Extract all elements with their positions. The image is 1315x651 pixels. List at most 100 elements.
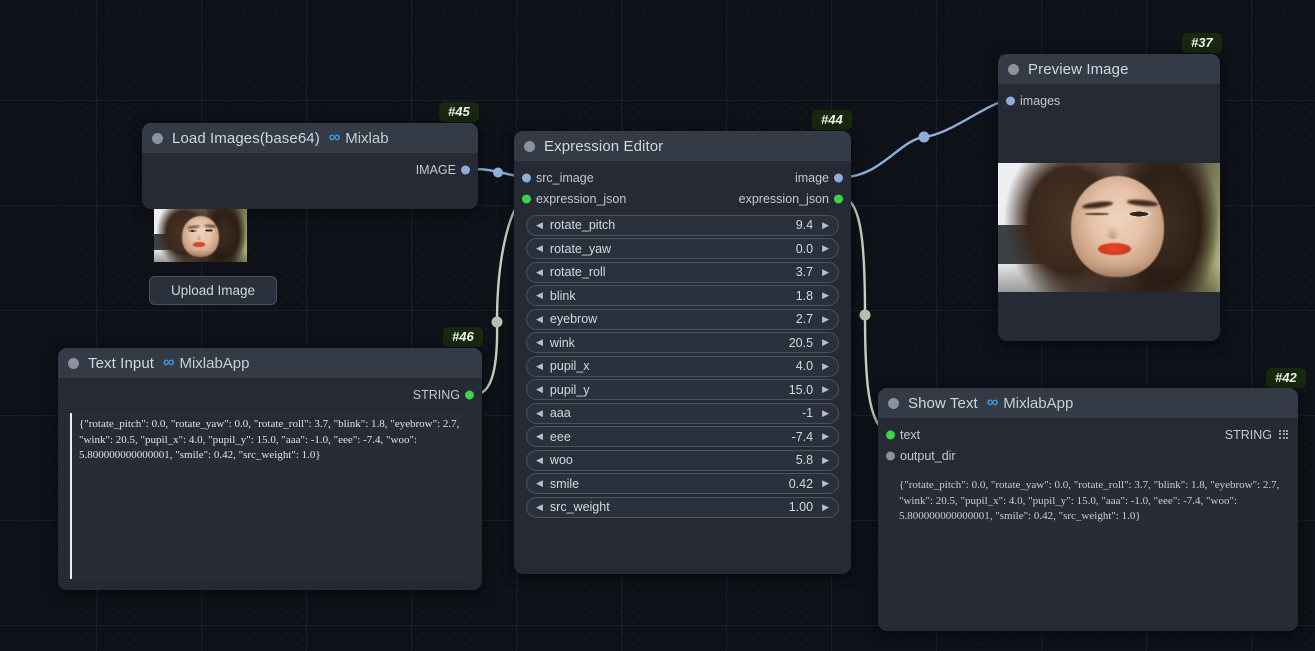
node-header-load-images[interactable]: Load Images(base64) ∞ Mixlab bbox=[142, 123, 478, 153]
increment-arrow-icon[interactable]: ▶ bbox=[822, 314, 829, 324]
increment-arrow-icon[interactable]: ▶ bbox=[822, 479, 829, 488]
decrement-arrow-icon[interactable]: ◀ bbox=[536, 479, 543, 488]
collapse-dot-icon[interactable] bbox=[1008, 63, 1019, 75]
increment-arrow-icon[interactable]: ▶ bbox=[822, 502, 829, 512]
decrement-arrow-icon[interactable]: ◀ bbox=[536, 267, 543, 277]
increment-arrow-icon[interactable]: ▶ bbox=[822, 432, 829, 441]
input-port-dot-icon[interactable] bbox=[522, 194, 531, 203]
decrement-arrow-icon[interactable]: ◀ bbox=[536, 502, 543, 512]
decrement-arrow-icon[interactable]: ◀ bbox=[536, 314, 543, 324]
widget-rotate-yaw[interactable]: ◀ rotate_yaw 0.0 ▶ bbox=[526, 238, 839, 259]
node-header-show-text[interactable]: Show Text ∞ MixlabApp bbox=[878, 388, 1298, 418]
node-text-input[interactable]: Text Input ∞ MixlabApp STRING {"rotate_p… bbox=[58, 348, 482, 590]
widget-aaa[interactable]: ◀ aaa -1 ▶ bbox=[526, 402, 839, 424]
upload-image-button[interactable]: Upload Image bbox=[149, 276, 277, 305]
output-port-string[interactable]: STRING bbox=[1225, 428, 1288, 442]
output-port-image[interactable]: IMAGE bbox=[142, 159, 478, 180]
increment-arrow-icon[interactable]: ▶ bbox=[822, 338, 829, 347]
widget-value[interactable]: 5.8 bbox=[796, 453, 813, 467]
widget-value[interactable]: 2.7 bbox=[796, 312, 813, 326]
increment-arrow-icon[interactable]: ▶ bbox=[822, 244, 829, 253]
decrement-arrow-icon[interactable]: ◀ bbox=[536, 432, 543, 441]
output-port-dot-icon[interactable] bbox=[834, 194, 843, 203]
node-show-text[interactable]: Show Text ∞ MixlabApp text STRING output… bbox=[878, 388, 1298, 631]
widget-pupil-x[interactable]: ◀ pupil_x 4.0 ▶ bbox=[526, 355, 839, 377]
node-expression-editor[interactable]: Expression Editor src_image image expres… bbox=[514, 131, 851, 574]
decrement-arrow-icon[interactable]: ◀ bbox=[536, 291, 543, 300]
widget-label: wink bbox=[549, 335, 575, 350]
port-dot-icon[interactable] bbox=[465, 390, 474, 399]
grid-icon[interactable] bbox=[1279, 429, 1288, 439]
decrement-arrow-icon[interactable]: ◀ bbox=[536, 361, 543, 371]
widget-eee[interactable]: ◀ eee -7.4 ▶ bbox=[526, 426, 839, 447]
input-port-images[interactable]: images bbox=[998, 90, 1220, 111]
widget-value[interactable]: 4.0 bbox=[796, 359, 813, 373]
collapse-dot-icon[interactable] bbox=[524, 140, 535, 152]
node-load-images[interactable]: Load Images(base64) ∞ Mixlab IMAGE bbox=[142, 123, 478, 209]
node-header-preview-image[interactable]: Preview Image bbox=[998, 54, 1220, 84]
input-port-label-expression-json: expression_json bbox=[536, 191, 627, 206]
widget-src-weight[interactable]: ◀ src_weight 1.00 ▶ bbox=[526, 496, 839, 518]
port-dot-icon[interactable] bbox=[886, 451, 895, 460]
input-port-label: output_dir bbox=[900, 448, 956, 463]
node-id-badge-45: #45 bbox=[439, 102, 479, 122]
widget-woo[interactable]: ◀ woo 5.8 ▶ bbox=[526, 449, 839, 471]
node-graph-canvas[interactable]: #45 Load Images(base64) ∞ Mixlab IMAGE U… bbox=[0, 0, 1315, 651]
widget-value[interactable]: 1.00 bbox=[789, 500, 813, 514]
widget-label: blink bbox=[549, 288, 576, 303]
show-text-output-textarea: {"rotate_pitch": 0.0, "rotate_yaw": 0.0,… bbox=[890, 474, 1286, 617]
decrement-arrow-icon[interactable]: ◀ bbox=[536, 455, 543, 465]
increment-arrow-icon[interactable]: ▶ bbox=[822, 455, 829, 465]
widget-value[interactable]: 15.0 bbox=[789, 383, 813, 397]
widget-rotate-roll[interactable]: ◀ rotate_roll 3.7 ▶ bbox=[526, 261, 839, 283]
widget-label: smile bbox=[549, 476, 580, 491]
decrement-arrow-icon[interactable]: ◀ bbox=[536, 408, 543, 418]
collapse-dot-icon[interactable] bbox=[888, 397, 899, 409]
node-header-text-input[interactable]: Text Input ∞ MixlabApp bbox=[58, 348, 482, 378]
port-dot-icon[interactable] bbox=[1006, 96, 1015, 105]
widget-value[interactable]: -7.4 bbox=[792, 430, 814, 444]
decrement-arrow-icon[interactable]: ◀ bbox=[536, 385, 543, 394]
node-id-badge-46: #46 bbox=[443, 327, 483, 347]
upload-image-button-label: Upload Image bbox=[170, 283, 256, 298]
widget-value[interactable]: 20.5 bbox=[789, 336, 813, 350]
port-dot-icon[interactable] bbox=[461, 165, 470, 174]
increment-arrow-icon[interactable]: ▶ bbox=[822, 361, 829, 371]
input-port-output-dir[interactable]: output_dir bbox=[878, 445, 1298, 466]
widget-value[interactable]: 1.8 bbox=[796, 289, 813, 303]
widget-value[interactable]: 3.7 bbox=[796, 265, 813, 279]
collapse-dot-icon[interactable] bbox=[68, 357, 79, 369]
widget-wink[interactable]: ◀ wink 20.5 ▶ bbox=[526, 332, 839, 353]
collapse-dot-icon[interactable] bbox=[152, 132, 163, 144]
widget-value[interactable]: -1 bbox=[802, 406, 813, 420]
widget-blink[interactable]: ◀ blink 1.8 ▶ bbox=[526, 285, 839, 306]
output-port-dot-icon[interactable] bbox=[834, 173, 843, 182]
increment-arrow-icon[interactable]: ▶ bbox=[822, 385, 829, 394]
decrement-arrow-icon[interactable]: ◀ bbox=[536, 244, 543, 253]
widget-label: eee bbox=[549, 429, 571, 444]
node-id-badge-44: #44 bbox=[812, 110, 852, 130]
node-header-expression-editor[interactable]: Expression Editor bbox=[514, 131, 851, 161]
output-port-label-image: image bbox=[794, 170, 829, 185]
node-title: Preview Image bbox=[1028, 60, 1129, 78]
increment-arrow-icon[interactable]: ▶ bbox=[822, 291, 829, 300]
text-input-textarea[interactable]: {"rotate_pitch": 0.0, "rotate_yaw": 0.0,… bbox=[70, 413, 470, 579]
input-port-label-src-image: src_image bbox=[536, 170, 594, 185]
widget-rotate-pitch[interactable]: ◀ rotate_pitch 9.4 ▶ bbox=[526, 214, 839, 236]
widget-value[interactable]: 0.42 bbox=[789, 477, 813, 491]
widget-eyebrow[interactable]: ◀ eyebrow 2.7 ▶ bbox=[526, 308, 839, 330]
output-port-label: STRING bbox=[1224, 427, 1272, 442]
increment-arrow-icon[interactable]: ▶ bbox=[822, 408, 829, 418]
widget-smile[interactable]: ◀ smile 0.42 ▶ bbox=[526, 473, 839, 494]
increment-arrow-icon[interactable]: ▶ bbox=[822, 220, 829, 230]
mixlab-badge: ∞ MixlabApp bbox=[987, 395, 1073, 412]
input-port-dot-icon[interactable] bbox=[522, 173, 531, 182]
decrement-arrow-icon[interactable]: ◀ bbox=[536, 220, 543, 230]
widget-value[interactable]: 0.0 bbox=[796, 242, 813, 256]
widget-pupil-y[interactable]: ◀ pupil_y 15.0 ▶ bbox=[526, 379, 839, 400]
increment-arrow-icon[interactable]: ▶ bbox=[822, 267, 829, 277]
output-port-string[interactable]: STRING bbox=[58, 384, 482, 405]
widget-value[interactable]: 9.4 bbox=[796, 218, 813, 232]
decrement-arrow-icon[interactable]: ◀ bbox=[536, 338, 543, 347]
input-port-dot-icon[interactable] bbox=[886, 430, 895, 439]
